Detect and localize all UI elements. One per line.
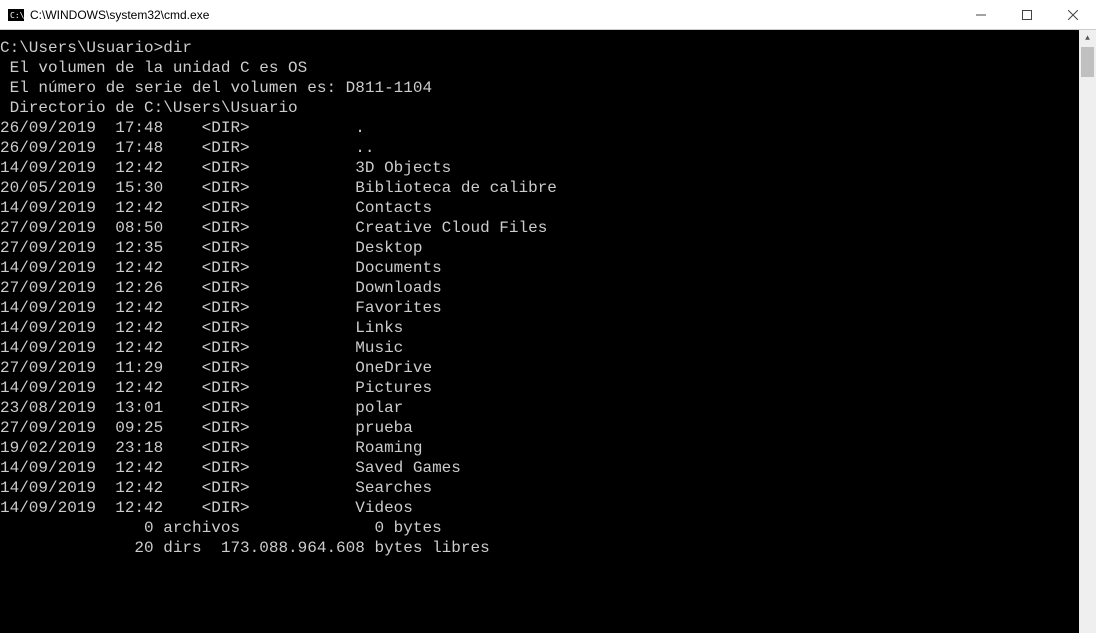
vertical-scrollbar[interactable]: ▲ <box>1079 30 1096 633</box>
console-line: 14/09/2019 12:42 <DIR> 3D Objects <box>0 158 1079 178</box>
console-line: 14/09/2019 12:42 <DIR> Links <box>0 318 1079 338</box>
scroll-up-arrow[interactable]: ▲ <box>1079 30 1096 47</box>
console-line: 14/09/2019 12:42 <DIR> Pictures <box>0 378 1079 398</box>
console-line: 14/09/2019 12:42 <DIR> Searches <box>0 478 1079 498</box>
scroll-thumb[interactable] <box>1081 47 1094 77</box>
console-line: 14/09/2019 12:42 <DIR> Documents <box>0 258 1079 278</box>
console-line: El volumen de la unidad C es OS <box>0 58 1079 78</box>
window-titlebar: C:\ C:\WINDOWS\system32\cmd.exe <box>0 0 1096 30</box>
console-line: 26/09/2019 17:48 <DIR> . <box>0 118 1079 138</box>
console-line: Directorio de C:\Users\Usuario <box>0 98 1079 118</box>
console-line: C:\Users\Usuario>dir <box>0 38 1079 58</box>
console-line: 19/02/2019 23:18 <DIR> Roaming <box>0 438 1079 458</box>
console-line: 23/08/2019 13:01 <DIR> polar <box>0 398 1079 418</box>
minimize-button[interactable] <box>958 0 1004 29</box>
svg-text:C:\: C:\ <box>10 11 24 20</box>
console-line: 14/09/2019 12:42 <DIR> Videos <box>0 498 1079 518</box>
close-button[interactable] <box>1050 0 1096 29</box>
console-line: 14/09/2019 12:42 <DIR> Favorites <box>0 298 1079 318</box>
console-line: 20 dirs 173.088.964.608 bytes libres <box>0 538 1079 558</box>
window-title: C:\WINDOWS\system32\cmd.exe <box>30 8 958 22</box>
maximize-button[interactable] <box>1004 0 1050 29</box>
console-line: 27/09/2019 11:29 <DIR> OneDrive <box>0 358 1079 378</box>
console-line: 27/09/2019 12:35 <DIR> Desktop <box>0 238 1079 258</box>
console-line: 27/09/2019 08:50 <DIR> Creative Cloud Fi… <box>0 218 1079 238</box>
console-line: 14/09/2019 12:42 <DIR> Music <box>0 338 1079 358</box>
console-line: 26/09/2019 17:48 <DIR> .. <box>0 138 1079 158</box>
console-output[interactable]: C:\Users\Usuario>dir El volumen de la un… <box>0 30 1079 633</box>
console-line: El número de serie del volumen es: D811-… <box>0 78 1079 98</box>
console-line: 0 archivos 0 bytes <box>0 518 1079 538</box>
console-line: 14/09/2019 12:42 <DIR> Contacts <box>0 198 1079 218</box>
console-line: 14/09/2019 12:42 <DIR> Saved Games <box>0 458 1079 478</box>
cmd-icon: C:\ <box>8 7 24 23</box>
console-line: 27/09/2019 09:25 <DIR> prueba <box>0 418 1079 438</box>
window-controls <box>958 0 1096 29</box>
console-line: 20/05/2019 15:30 <DIR> Biblioteca de cal… <box>0 178 1079 198</box>
console-line: 27/09/2019 12:26 <DIR> Downloads <box>0 278 1079 298</box>
